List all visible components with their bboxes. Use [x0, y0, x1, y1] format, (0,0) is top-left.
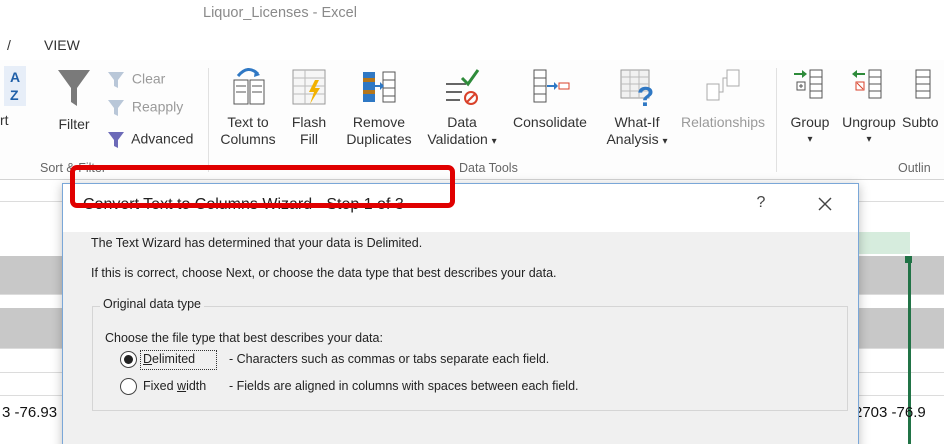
what-if-line2-row: Analysis ▾ — [602, 131, 672, 150]
outline-group-label: Outlin — [898, 161, 931, 175]
remove-duplicates-line2: Duplicates — [346, 131, 412, 147]
filter-button[interactable]: Filter — [52, 66, 96, 133]
relationships-icon — [706, 69, 740, 101]
clear-filter-icon — [108, 72, 124, 88]
ribbon: A Z rt Filter Clear Reapply Advanced Sor… — [0, 60, 944, 180]
ungroup-icon — [852, 69, 882, 99]
what-if-analysis-button[interactable]: ? What-If Analysis ▾ — [602, 64, 672, 150]
text-to-columns-line2: Columns — [220, 131, 276, 147]
delimited-label[interactable]: Delimited — [143, 352, 195, 366]
sort-az-icon: A Z — [4, 66, 26, 106]
what-if-line1: What-If — [614, 114, 660, 130]
sort-label: rt — [0, 112, 9, 128]
clear-label: Clear — [131, 70, 166, 87]
help-button[interactable]: ? — [751, 194, 771, 212]
excel-window: Liquor_Licenses - Excel / VIEW A Z rt Fi… — [0, 0, 944, 444]
group-icon — [794, 69, 823, 99]
window-titlebar: Liquor_Licenses - Excel — [0, 0, 944, 34]
consolidate-button[interactable]: Consolidate — [508, 64, 592, 131]
sort-button[interactable]: A Z rt — [0, 64, 30, 129]
flash-fill-button[interactable]: Flash Fill — [287, 64, 331, 148]
close-icon[interactable] — [815, 194, 835, 214]
window-title: Liquor_Licenses - Excel — [203, 5, 357, 21]
choose-file-type-prompt: Choose the file type that best describes… — [105, 331, 383, 345]
flash-fill-line1: Flash — [291, 114, 327, 130]
delimited-radio[interactable] — [120, 351, 137, 368]
fixed-width-description: - Fields are aligned in columns with spa… — [229, 379, 579, 393]
what-if-icon: ? — [620, 69, 654, 108]
remove-duplicates-icon — [363, 71, 396, 103]
remove-duplicates-button[interactable]: Remove Duplicates — [342, 64, 416, 148]
ribbon-tabs: / VIEW — [0, 34, 944, 60]
group-separator — [776, 68, 777, 172]
wizard-instructions: If this is correct, choose Next, or choo… — [91, 266, 557, 280]
flash-fill-line2: Fill — [300, 131, 318, 147]
reapply-filter-button[interactable]: Reapply — [106, 98, 183, 118]
chevron-down-icon: ▾ — [662, 136, 668, 147]
cell-value[interactable]: 2703 -76.9 — [854, 404, 926, 421]
relationships-button[interactable]: Relationships — [674, 64, 772, 131]
flash-fill-icon — [292, 69, 326, 105]
advanced-label: Advanced — [131, 130, 194, 147]
tab-partial[interactable]: / — [7, 37, 11, 53]
svg-text:A: A — [10, 69, 20, 85]
chevron-down-icon: ▾ — [807, 134, 813, 145]
fill-handle[interactable] — [905, 256, 912, 263]
consolidate-icon — [533, 69, 570, 103]
relationships-line1: Relationships — [680, 114, 766, 130]
data-tools-group-label: Data Tools — [459, 161, 518, 175]
text-to-columns-line1: Text to — [227, 114, 269, 130]
svg-text:Z: Z — [10, 87, 19, 103]
group-line1: Group — [790, 114, 830, 130]
ungroup-line1: Ungroup — [842, 114, 896, 130]
wizard-intro: The Text Wizard has determined that your… — [91, 236, 423, 250]
chevron-down-icon: ▾ — [491, 136, 497, 147]
consolidate-line1: Consolidate — [513, 114, 587, 130]
data-validation-button[interactable]: Data Validation ▾ — [424, 64, 500, 150]
clear-filter-button[interactable]: Clear — [106, 70, 165, 90]
text-to-columns-wizard-dialog: Convert Text to Columns Wizard - Step 1 … — [62, 183, 859, 444]
cell-value[interactable]: 3 -76.93 — [2, 404, 57, 421]
chevron-down-icon: ▾ — [866, 134, 872, 145]
advanced-filter-button[interactable]: Advanced — [106, 130, 193, 150]
fixed-width-radio[interactable] — [120, 378, 137, 395]
text-to-columns-icon — [233, 68, 265, 105]
text-to-columns-button[interactable]: Text to Columns — [220, 64, 276, 148]
title-highlight-annotation — [70, 165, 455, 208]
remove-duplicates-line1: Remove — [352, 114, 406, 130]
fixed-width-label[interactable]: Fixed width — [143, 379, 206, 393]
group-button[interactable]: Group ▾ — [784, 64, 836, 148]
data-validation-line1: Data — [447, 114, 477, 130]
svg-text:?: ? — [637, 81, 654, 108]
reapply-icon — [108, 100, 124, 116]
radio-selected-dot — [124, 355, 133, 364]
filter-label: Filter — [58, 116, 90, 132]
data-validation-line2: Validation — [427, 131, 488, 147]
advanced-filter-icon — [108, 132, 124, 148]
group-separator — [208, 68, 209, 172]
what-if-line2: Analysis — [606, 131, 659, 147]
data-validation-line2-row: Validation ▾ — [424, 131, 500, 150]
tab-view[interactable]: VIEW — [44, 37, 80, 53]
subtotal-button[interactable]: Subto — [902, 64, 944, 131]
original-data-type-legend: Original data type — [100, 297, 204, 311]
delimited-description: - Characters such as commas or tabs sepa… — [229, 352, 550, 366]
data-validation-icon — [446, 69, 480, 105]
reapply-label: Reapply — [131, 98, 184, 115]
subtotal-icon — [915, 69, 931, 99]
ungroup-button[interactable]: Ungroup ▾ — [836, 64, 902, 148]
subtotal-line1: Subto — [902, 114, 939, 130]
filter-funnel-icon — [58, 70, 90, 106]
